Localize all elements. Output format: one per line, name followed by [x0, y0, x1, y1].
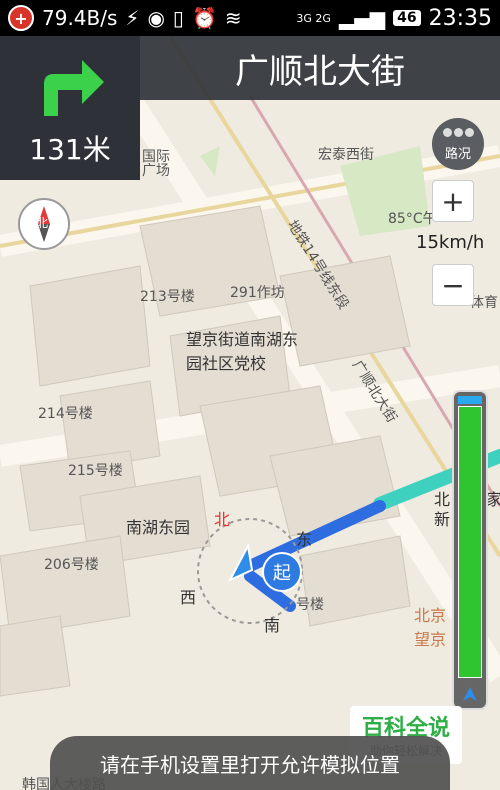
building-label: 213号楼: [140, 289, 195, 305]
wifi-icon: ≋: [224, 6, 242, 30]
building-label: 号楼: [296, 597, 324, 613]
flash-icon: ⚡: [125, 6, 140, 30]
poi-label: 北京: [414, 606, 447, 625]
status-bar: + 79.4B/s ⚡ ◉ ▯ ⏰ ≋ 3G 2G ▂▄▆ 46 23:35: [0, 0, 500, 36]
vibrate-icon: ▯: [172, 6, 184, 30]
clock: 23:35: [428, 5, 492, 31]
turn-instruction: 131米: [0, 36, 140, 180]
battery-level: 46: [393, 10, 421, 26]
road-label: 宏泰西街: [318, 147, 374, 163]
alarm-icon: ⏰: [191, 6, 217, 30]
progress-fill: [458, 406, 482, 678]
poi-label: 广场: [142, 163, 170, 179]
poi-label: 体育: [470, 295, 498, 311]
zoom-in-button[interactable]: +: [432, 180, 474, 222]
speed-readout: 15km/h: [416, 232, 485, 253]
network-type: 3G 2G: [296, 11, 331, 25]
traffic-light-icon: [432, 118, 484, 137]
turn-distance: 131米: [29, 133, 111, 166]
progress-arrow-icon: [463, 687, 477, 701]
start-marker[interactable]: 起: [262, 552, 302, 592]
direction-north: 北: [214, 510, 231, 529]
right-turn-icon: [44, 60, 104, 116]
mock-location-toast: 请在手机设置里打开允许模拟位置: [50, 736, 450, 790]
poi-label: 家: [486, 490, 500, 509]
route-progress-bar: [452, 390, 488, 710]
poi-label: 南湖东园: [126, 518, 191, 537]
poi-label: 291作坊: [230, 285, 285, 301]
location-icon: ◉: [147, 6, 165, 30]
location-arrow-icon: [228, 544, 254, 583]
poi-label: 新: [434, 510, 451, 529]
direction-south: 南: [264, 616, 281, 635]
start-marker-label: 起: [273, 563, 291, 584]
compass-button[interactable]: 北: [18, 198, 70, 250]
building-label: 206号楼: [44, 557, 99, 573]
building-label: 214号楼: [38, 406, 93, 422]
progress-top-segment: [458, 396, 482, 404]
signal-icon: ▂▄▆: [338, 6, 386, 30]
net-speed: 79.4B/s: [42, 6, 118, 30]
building-label: 215号楼: [68, 463, 123, 479]
road-name: 广顺北大街: [235, 51, 405, 92]
traffic-label: 路况: [444, 147, 471, 162]
poi-label: 85°C午: [388, 211, 437, 227]
zoom-out-button[interactable]: −: [432, 264, 474, 306]
direction-east: 东: [296, 530, 313, 549]
poi-label: 望京街道南湖东园社区党校: [186, 330, 299, 373]
notification-icon: +: [8, 5, 34, 31]
traffic-button[interactable]: 路况: [432, 118, 484, 170]
compass-label: 北: [36, 216, 49, 230]
poi-label: 望京: [414, 630, 447, 649]
direction-west: 西: [180, 588, 197, 607]
